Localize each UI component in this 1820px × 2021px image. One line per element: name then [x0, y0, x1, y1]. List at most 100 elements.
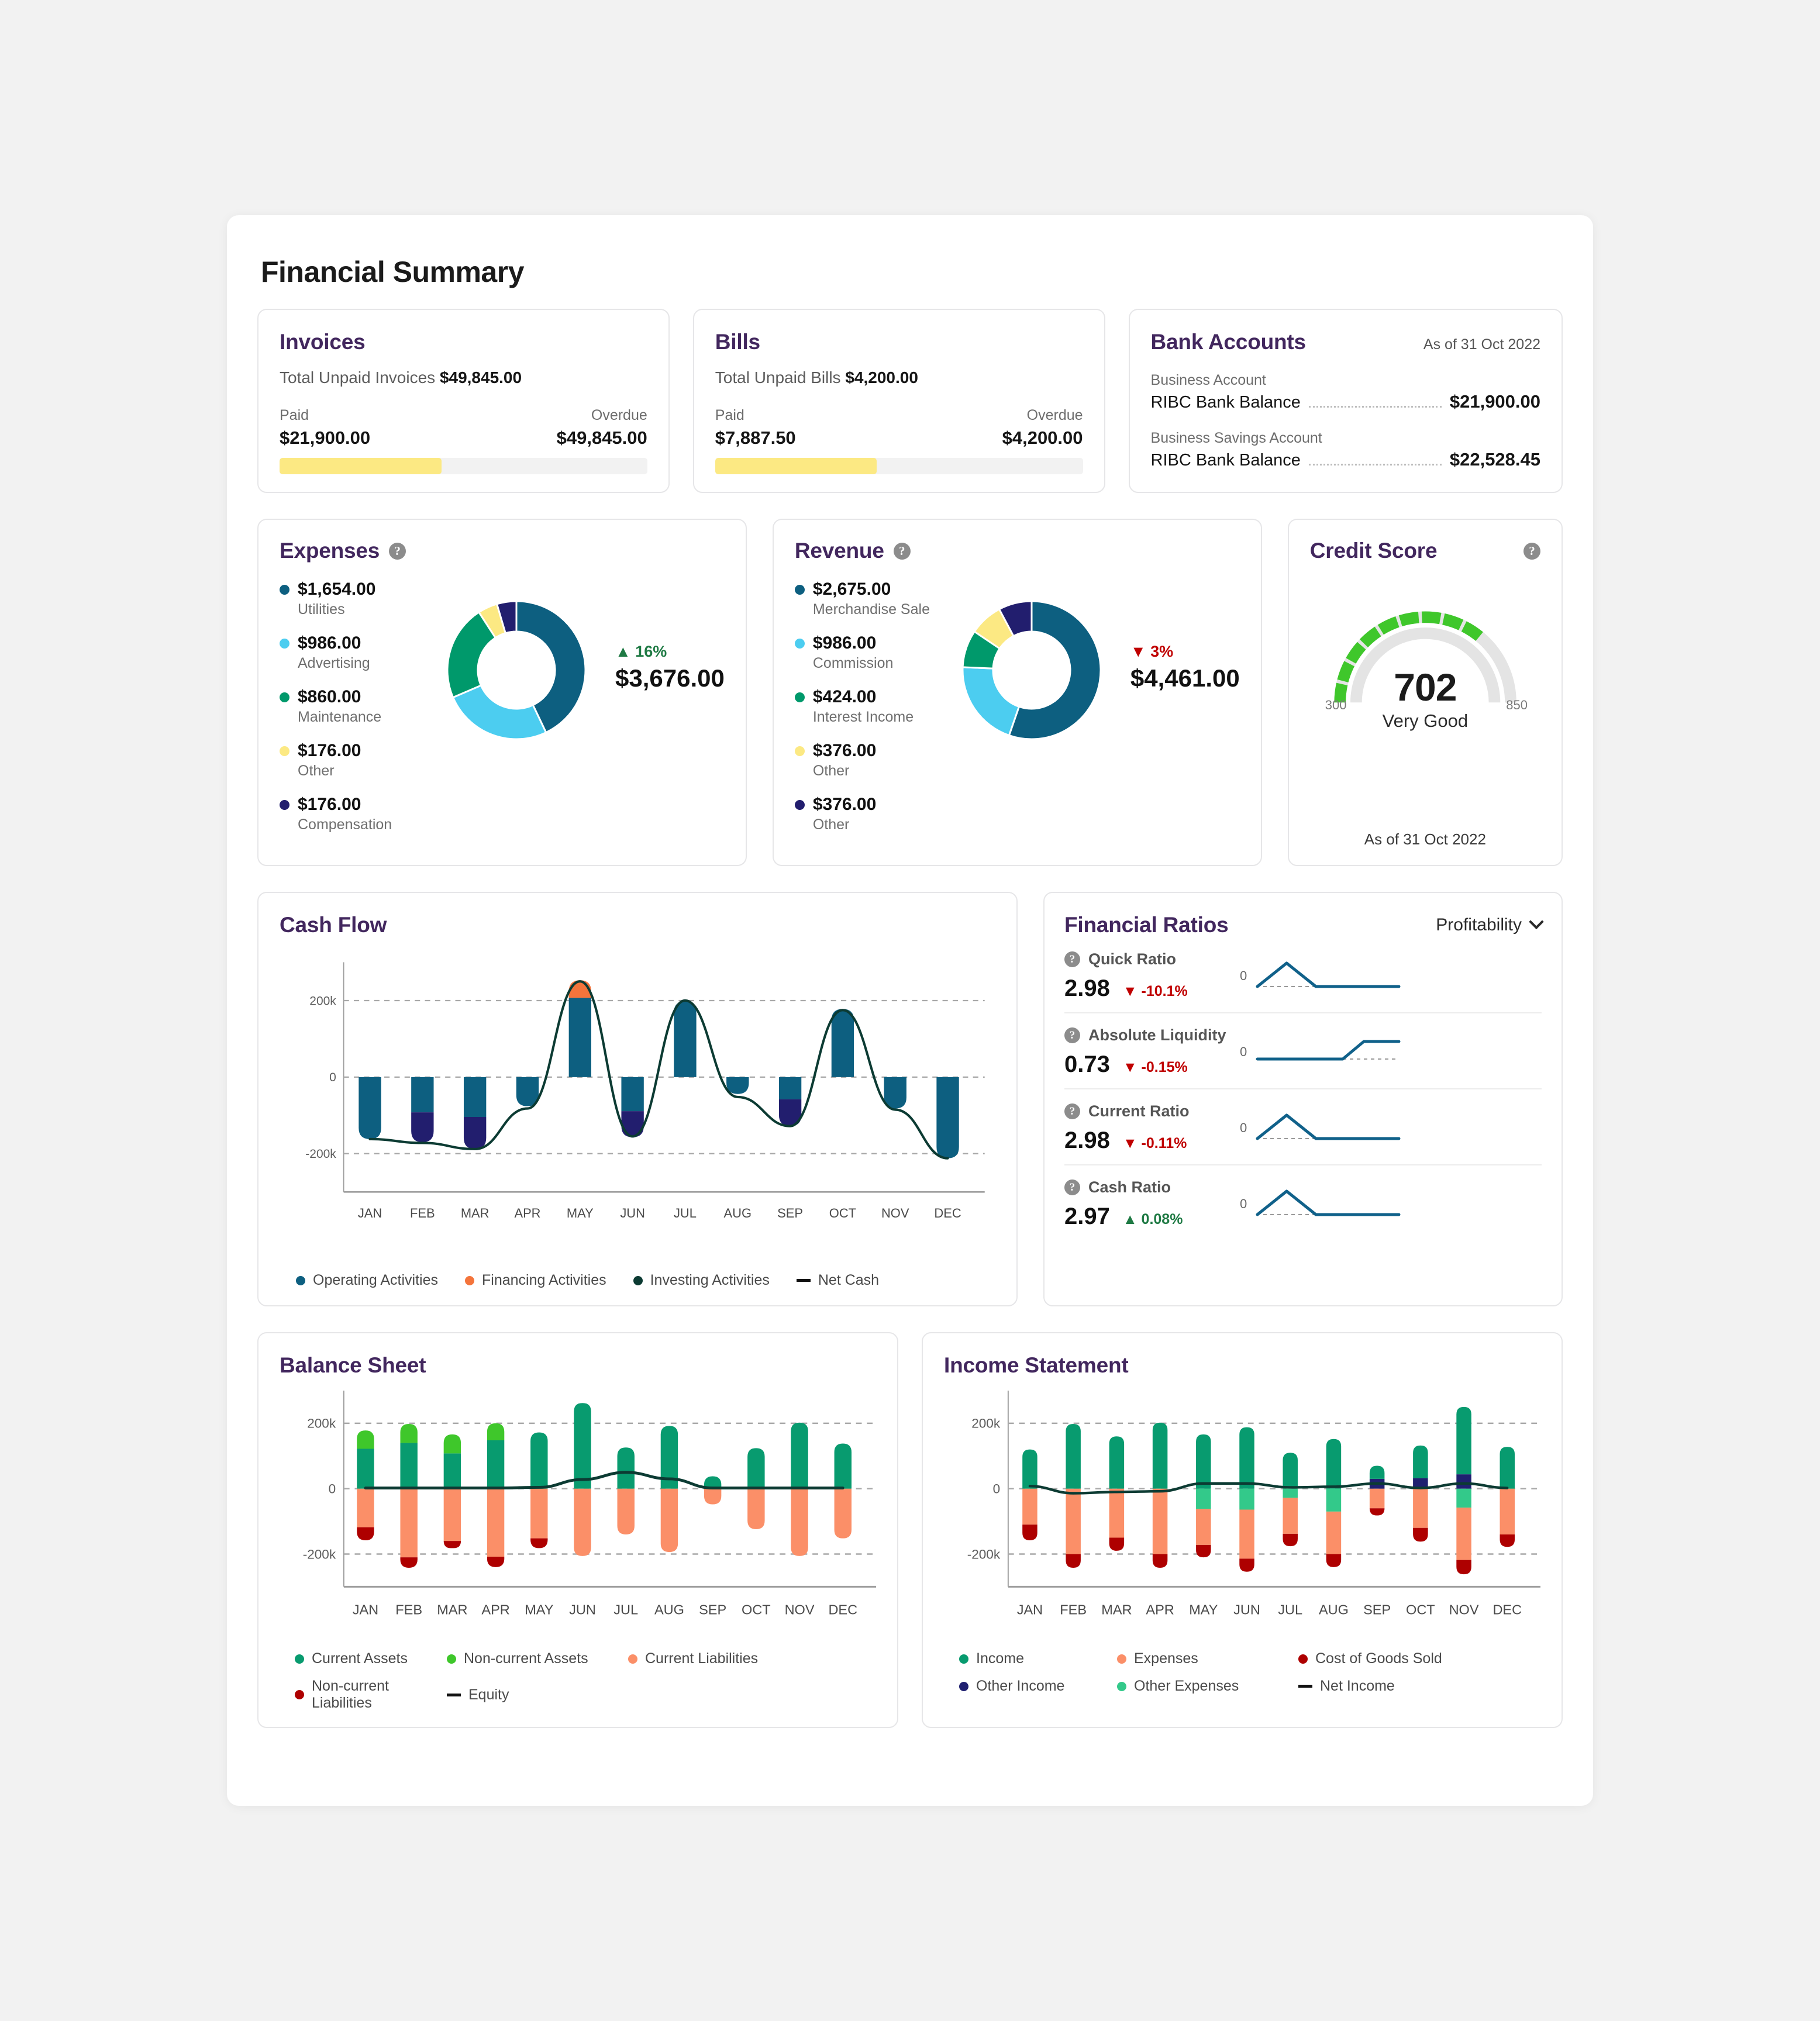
- chevron-down-icon: [1529, 914, 1544, 930]
- ratio-delta: ▲ 0.08%: [1122, 1211, 1183, 1227]
- help-icon[interactable]: ?: [1064, 1180, 1080, 1195]
- credit-score-as-of: As of 31 Oct 2022: [1364, 830, 1486, 848]
- ratio-name: Absolute Liquidity: [1088, 1026, 1226, 1044]
- bank-account-list: Business Account RIBC Bank Balance $21,900…: [1151, 372, 1540, 470]
- chart-legend-item: Operating Activities: [296, 1272, 438, 1289]
- svg-text:0: 0: [329, 1071, 336, 1084]
- cash-flow-card: Cash Flow 200k 0 -200k JAN FEB MAR APR MAY JUN JU…: [257, 892, 1018, 1306]
- expenses-legend: $1,654.00 Utilities $986.00 Advertising $860…: [280, 574, 437, 849]
- legend-item: $986.00 Advertising: [280, 633, 437, 672]
- expenses-card: Expenses ? $1,654.00 Utilities $986.00 Adve…: [257, 519, 747, 866]
- legend-color-dot: [280, 638, 289, 649]
- help-icon[interactable]: ?: [893, 542, 911, 560]
- legend-line-marker: [1298, 1685, 1312, 1688]
- svg-text:JUL: JUL: [674, 1206, 697, 1220]
- financial-summary-page: Financial Summary Invoices Total Unpaid …: [227, 215, 1593, 1806]
- chart-legend-label: Operating Activities: [313, 1272, 438, 1288]
- svg-text:200k: 200k: [971, 1416, 1001, 1431]
- legend-color-dot: [628, 1654, 637, 1664]
- bank-balance-amount: $21,900.00: [1449, 391, 1541, 412]
- ratio-row: ? Absolute Liquidity 0.73 ▼ -0.15% 0: [1064, 1013, 1542, 1089]
- expenses-change: ▲ 16%: [615, 643, 667, 660]
- chart-legend-item: Financing Activities: [465, 1272, 606, 1289]
- cash-flow-legend: Operating Activities Financing Activities…: [280, 1272, 995, 1289]
- legend-color-dot: [794, 746, 805, 756]
- help-icon[interactable]: ?: [1064, 1103, 1080, 1119]
- help-icon[interactable]: ?: [1523, 542, 1540, 560]
- legend-category: Other: [812, 763, 850, 779]
- svg-text:SEP: SEP: [777, 1206, 803, 1220]
- credit-score-gauge: 702 Very Good 300 850: [1310, 590, 1540, 783]
- svg-text:MAY: MAY: [525, 1602, 554, 1617]
- ratios-category-dropdown[interactable]: Profitability: [1436, 914, 1544, 935]
- ratio-sparkline: [1256, 1189, 1401, 1216]
- chart-legend-item: Non-current Assets: [447, 1650, 622, 1667]
- chart-legend-label: Income: [976, 1650, 1024, 1667]
- cash-flow-title: Cash Flow: [280, 913, 387, 937]
- legend-item: $860.00 Maintenance: [280, 687, 437, 726]
- svg-text:DEC: DEC: [1492, 1602, 1522, 1617]
- bills-paid-label: Paid: [715, 407, 744, 423]
- legend-category: Commission: [812, 655, 894, 671]
- down-arrow-icon: ▼: [1130, 643, 1146, 660]
- svg-text:APR: APR: [481, 1602, 509, 1617]
- svg-text:JAN: JAN: [358, 1206, 382, 1220]
- legend-color-dot: [296, 1275, 305, 1285]
- chart-legend-item: Income: [959, 1650, 1111, 1667]
- ratio-delta: ▼ -10.1%: [1122, 983, 1188, 999]
- legend-color-dot: [1117, 1654, 1126, 1664]
- legend-color-dot: [280, 799, 289, 810]
- legend-color-dot: [1117, 1681, 1126, 1691]
- chart-legend-label: Equity: [468, 1686, 509, 1703]
- svg-text:NOV: NOV: [785, 1602, 815, 1617]
- svg-text:NOV: NOV: [1449, 1602, 1479, 1617]
- help-icon[interactable]: ?: [1064, 951, 1080, 967]
- bills-total: Total Unpaid Bills $4,200.00: [715, 368, 1083, 387]
- legend-color-dot: [280, 584, 289, 595]
- svg-text:MAR: MAR: [1101, 1602, 1132, 1617]
- page-title: Financial Summary: [261, 256, 525, 288]
- cash-flow-chart: 200k 0 -200k JAN FEB MAR APR MAY JUN JUL AUG SEP OCT…: [305, 962, 985, 1220]
- ratio-zero-label: 0: [1240, 1044, 1247, 1059]
- svg-text:JUN: JUN: [1233, 1602, 1260, 1617]
- svg-text:-200k: -200k: [305, 1147, 336, 1161]
- chart-legend-label: Cost of Goods Sold: [1315, 1650, 1442, 1667]
- bank-account-row: RIBC Bank Balance $21,900.00: [1151, 391, 1540, 412]
- legend-item: $376.00 Other: [794, 741, 953, 780]
- svg-text:MAY: MAY: [567, 1206, 594, 1220]
- bank-account-name: Business Account: [1150, 372, 1266, 388]
- ratio-sparkline: [1256, 1113, 1401, 1140]
- invoices-overdue-value: $49,845.00: [556, 427, 647, 448]
- svg-text:FEB: FEB: [410, 1206, 435, 1220]
- help-icon[interactable]: ?: [1064, 1027, 1080, 1043]
- svg-text:AUG: AUG: [1319, 1602, 1349, 1617]
- legend-color-dot: [280, 692, 289, 702]
- svg-text:JUL: JUL: [1278, 1602, 1302, 1617]
- chart-legend-label: Current Assets: [312, 1650, 408, 1667]
- legend-item: $1,654.00 Utilities: [280, 580, 437, 618]
- help-icon[interactable]: ?: [389, 542, 406, 560]
- svg-text:FEB: FEB: [1060, 1602, 1087, 1617]
- chart-legend-item: Investing Activities: [633, 1272, 770, 1289]
- chart-legend-label: Financing Activities: [482, 1272, 606, 1288]
- dotted-leader: [1308, 406, 1442, 408]
- bills-total-label: Total Unpaid Bills: [715, 368, 841, 387]
- financial-ratios-card: Financial Ratios Profitability ? Quick Ra…: [1043, 892, 1563, 1306]
- svg-text:AUG: AUG: [724, 1206, 752, 1220]
- expenses-donut-chart: [437, 591, 595, 749]
- revenue-change: ▼ 3%: [1130, 643, 1174, 660]
- svg-text:APR: APR: [1146, 1602, 1174, 1617]
- legend-color-dot: [794, 638, 805, 649]
- balance-sheet-chart: 200k 0 -200k JAN FEB MAR APR MAY JUN JUL AUG SEP OCT…: [303, 1390, 876, 1617]
- legend-amount: $376.00: [812, 741, 877, 760]
- svg-text:OCT: OCT: [742, 1602, 771, 1617]
- invoices-progress-fill: [280, 458, 442, 474]
- chart-legend-label: Other Expenses: [1134, 1678, 1239, 1694]
- revenue-donut-chart: [953, 591, 1111, 749]
- svg-text:DEC: DEC: [828, 1602, 857, 1617]
- chart-legend-item: Net Income: [1298, 1678, 1540, 1695]
- ratio-name: Quick Ratio: [1088, 950, 1177, 968]
- ratios-category-label: Profitability: [1436, 915, 1522, 934]
- legend-color-dot: [447, 1654, 456, 1664]
- legend-color-dot: [959, 1681, 968, 1691]
